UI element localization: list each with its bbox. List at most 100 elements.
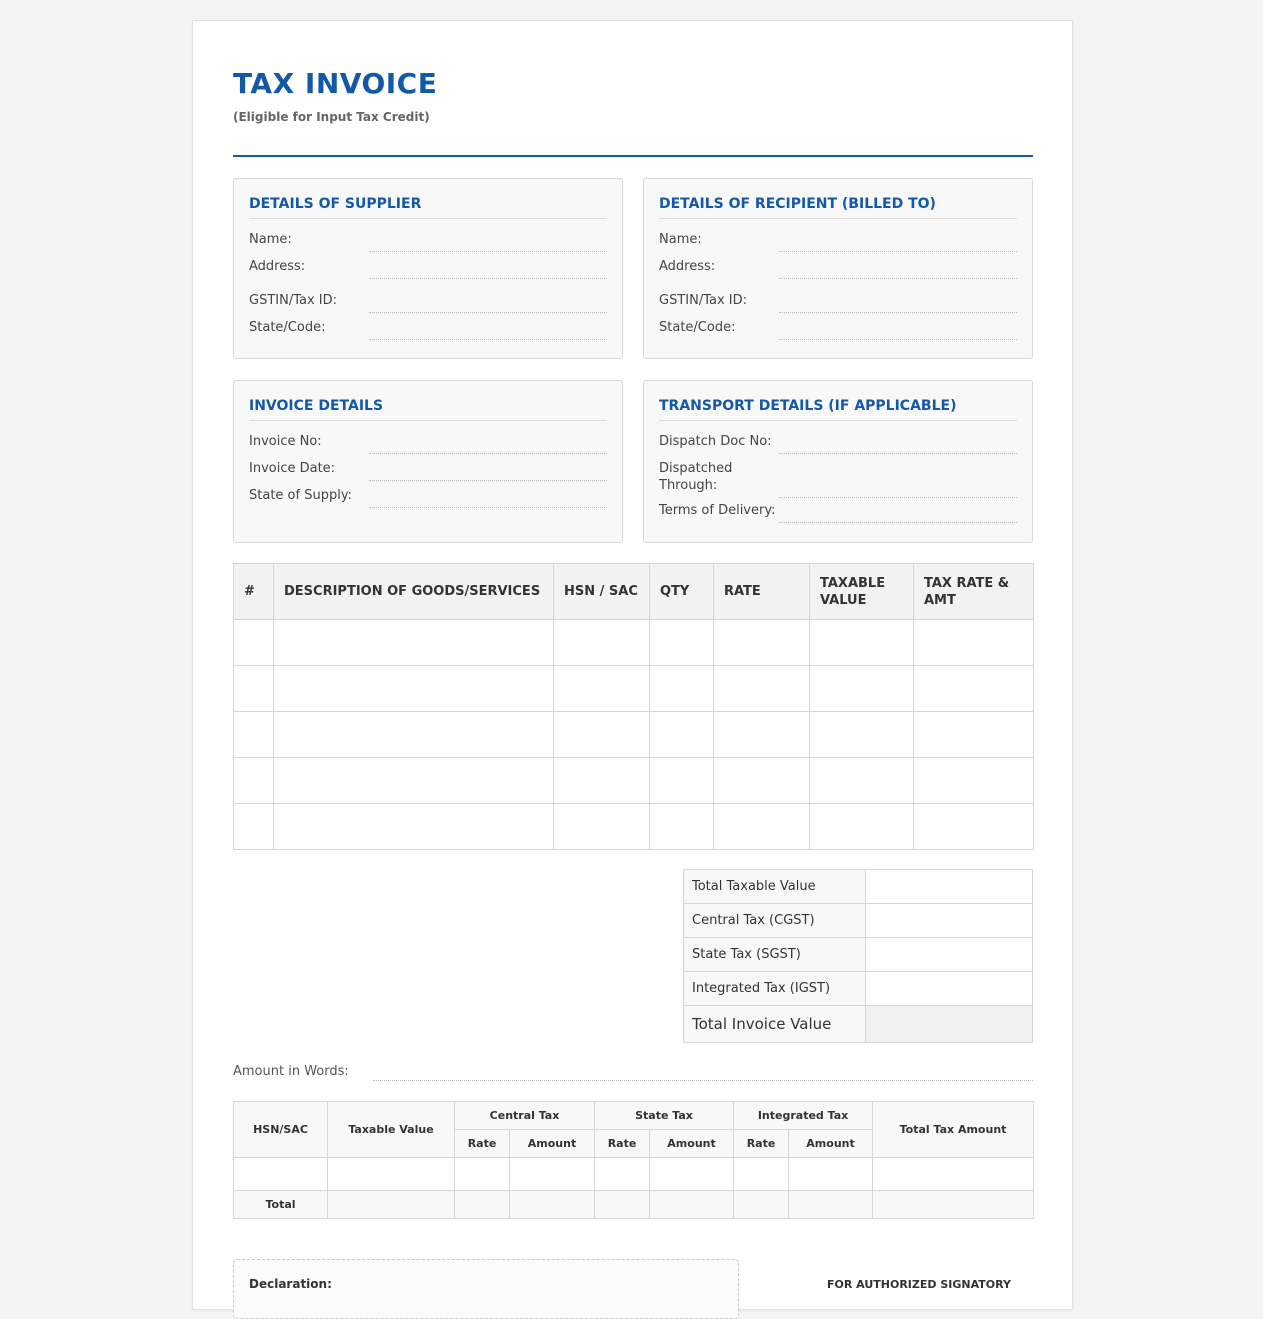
table-cell[interactable] [454,1190,510,1219]
invoice-date-field[interactable]: Invoice Date: [249,460,607,481]
amount-in-words-field[interactable]: Amount in Words: [233,1064,1033,1081]
table-cell[interactable] [327,1190,455,1219]
table-cell[interactable] [233,803,274,850]
dispatched-through-field[interactable]: Dispatched Through: [659,460,1017,498]
table-cell[interactable] [273,757,554,804]
table-cell[interactable] [809,665,914,712]
table-cell[interactable] [809,803,914,850]
igst-cell[interactable] [865,971,1033,1006]
recipient-name-line[interactable] [779,251,1017,252]
table-cell[interactable] [273,665,554,712]
table-cell[interactable] [713,665,810,712]
amount-in-words-line[interactable] [373,1080,1033,1081]
table-cell[interactable] [913,803,1034,850]
dispatch-doc-label: Dispatch Doc No: [659,434,772,449]
cgst-cell[interactable] [865,903,1033,938]
state-of-supply-field[interactable]: State of Supply: [249,487,607,508]
recipient-address-label: Address: [659,259,716,274]
table-cell[interactable] [273,711,554,758]
supplier-address-field[interactable]: Address: [249,258,607,279]
table-cell[interactable] [649,619,714,666]
table-cell[interactable] [233,1157,328,1191]
dispatched-through-label: Dispatched Through: [659,461,733,493]
table-cell[interactable] [273,803,554,850]
table-cell[interactable] [233,711,274,758]
supplier-name-line[interactable] [369,251,607,252]
table-cell[interactable] [649,803,714,850]
total-taxable-value-cell[interactable] [865,869,1033,904]
table-cell[interactable] [233,665,274,712]
table-cell[interactable] [713,803,810,850]
table-cell[interactable] [649,711,714,758]
table-cell[interactable] [913,711,1034,758]
table-cell[interactable] [713,757,810,804]
table-cell[interactable] [553,711,650,758]
table-cell[interactable] [788,1190,874,1219]
supplier-gstin-field[interactable]: GSTIN/Tax ID: [249,292,607,313]
terms-of-delivery-field[interactable]: Terms of Delivery: [659,502,1017,523]
table-cell[interactable] [509,1157,595,1191]
sgst-cell[interactable] [865,937,1033,972]
table-cell[interactable] [913,757,1034,804]
table-cell[interactable] [594,1190,650,1219]
recipient-address-field[interactable]: Address: [659,258,1017,279]
table-cell[interactable] [553,757,650,804]
table-cell[interactable] [733,1190,790,1219]
table-cell[interactable] [454,1157,510,1191]
central-amount-header: Amount [509,1129,595,1158]
recipient-name-field[interactable]: Name: [659,231,1017,252]
supplier-name-field[interactable]: Name: [249,231,607,252]
invoice-date-line[interactable] [369,480,607,481]
table-cell[interactable] [809,619,914,666]
table-cell[interactable] [233,619,274,666]
recipient-gstin-line[interactable] [779,312,1017,313]
dispatch-doc-line[interactable] [779,453,1017,454]
table-cell[interactable] [648,1190,735,1219]
table-cell[interactable] [553,665,650,712]
table-cell[interactable] [553,803,650,850]
supplier-gstin-line[interactable] [369,312,607,313]
table-cell[interactable] [733,1157,790,1191]
recipient-name-label: Name: [659,232,702,247]
table-cell[interactable] [713,711,810,758]
table-cell[interactable] [809,757,914,804]
table-cell[interactable] [233,757,274,804]
supplier-state-line[interactable] [369,339,607,340]
state-of-supply-line[interactable] [369,507,607,508]
dispatch-doc-field[interactable]: Dispatch Doc No: [659,433,1017,454]
table-cell[interactable] [809,711,914,758]
sgst-row: State Tax (SGST) [683,937,1033,972]
table-cell[interactable] [327,1157,455,1191]
table-cell[interactable] [648,1157,735,1191]
recipient-state-line[interactable] [779,339,1017,340]
table-cell[interactable] [594,1157,650,1191]
dispatched-through-line[interactable] [779,497,1017,498]
state-rate-header: Rate [594,1129,650,1158]
terms-of-delivery-line[interactable] [779,522,1017,523]
table-row [233,711,1034,758]
total-invoice-value-cell[interactable] [865,1005,1033,1043]
table-cell[interactable] [649,665,714,712]
supplier-address-line[interactable] [369,278,607,279]
table-cell[interactable] [713,619,810,666]
recipient-address-line[interactable] [779,278,1017,279]
table-cell[interactable] [273,619,554,666]
table-cell[interactable] [913,665,1034,712]
table-cell[interactable] [913,619,1034,666]
table-cell[interactable] [509,1190,595,1219]
invoice-number-line[interactable] [369,453,607,454]
items-table: # DESCRIPTION OF GOODS/SERVICES HSN / SA… [233,563,1034,850]
state-amount-header: Amount [648,1129,735,1158]
table-cell[interactable] [649,757,714,804]
invoice-date-label: Invoice Date: [249,461,336,476]
table-cell[interactable] [553,619,650,666]
recipient-state-field[interactable]: State/Code: [659,319,1017,340]
table-cell[interactable] [872,1190,1035,1219]
recipient-details-title: DETAILS OF RECIPIENT (BILLED TO) [659,196,1017,219]
items-header-row: # DESCRIPTION OF GOODS/SERVICES HSN / SA… [233,563,1034,620]
recipient-gstin-field[interactable]: GSTIN/Tax ID: [659,292,1017,313]
supplier-state-field[interactable]: State/Code: [249,319,607,340]
table-cell[interactable] [872,1157,1035,1191]
table-cell[interactable] [788,1157,874,1191]
invoice-number-field[interactable]: Invoice No: [249,433,607,454]
